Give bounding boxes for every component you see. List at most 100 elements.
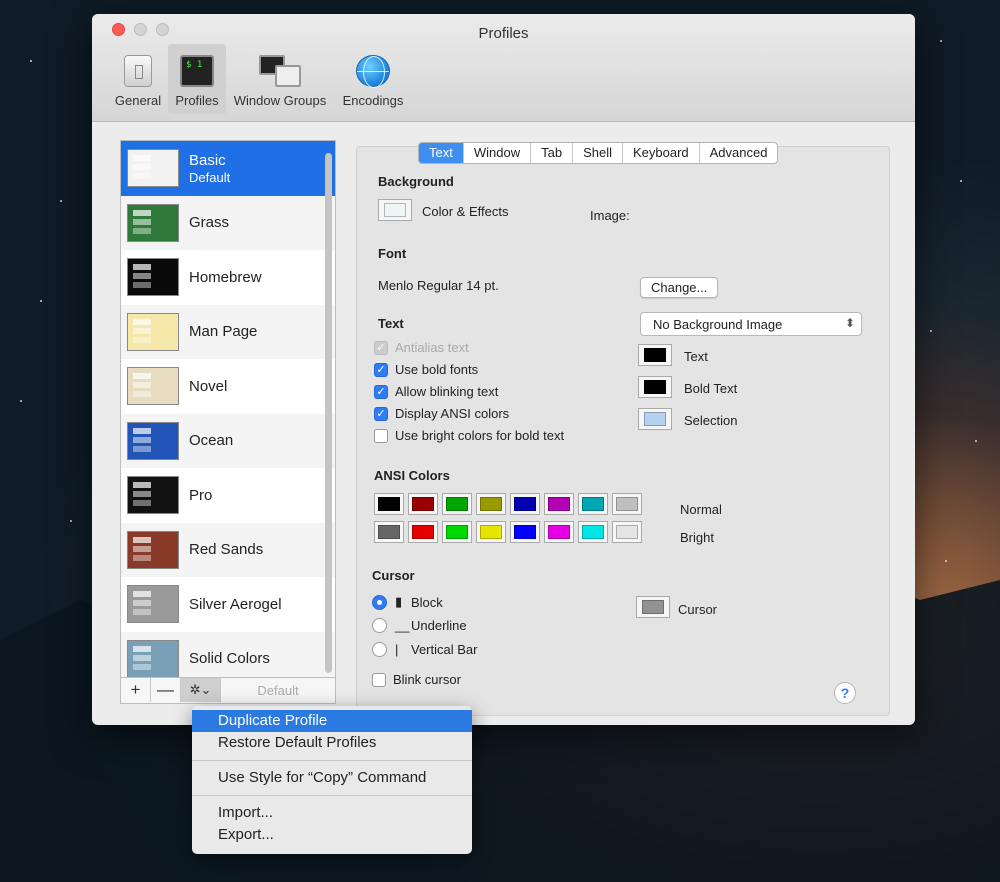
ansi-bright-color-well[interactable]	[578, 521, 608, 543]
profile-name: Homebrew	[189, 268, 262, 286]
ansi-heading: ANSI Colors	[374, 468, 450, 483]
change-font-button[interactable]: Change...	[640, 277, 719, 298]
profile-thumbnail	[127, 203, 179, 242]
tab-keyboard[interactable]: Keyboard	[623, 143, 700, 163]
ansi-normal-row	[374, 493, 642, 515]
checkbox-box	[372, 672, 386, 687]
cursor-style-radio[interactable]: ▮ Block	[372, 594, 443, 610]
profile-row[interactable]: Grass	[121, 195, 335, 250]
toolbar-profiles[interactable]: Profiles	[168, 44, 226, 114]
tab-text[interactable]: Text	[419, 143, 464, 163]
profile-thumbnail	[127, 421, 179, 460]
blink-cursor-checkbox[interactable]: Blink cursor	[372, 672, 461, 687]
profile-thumbnail	[127, 367, 179, 406]
profile-row[interactable]: Novel	[121, 359, 335, 414]
ansi-normal-color-well[interactable]	[510, 493, 540, 515]
text-option-checkbox[interactable]: ✓ Display ANSI colors	[374, 406, 509, 421]
ansi-bright-color-well[interactable]	[544, 521, 574, 543]
text-color-well[interactable]	[638, 408, 672, 430]
radio-dot	[372, 594, 387, 610]
profile-row[interactable]: Pro	[121, 468, 335, 523]
cursor-glyph: ▮	[395, 594, 403, 609]
profile-row[interactable]: Man Page	[121, 304, 335, 359]
menu-item-import[interactable]: Import...	[192, 802, 472, 824]
cursor-style-radio[interactable]: | Vertical Bar	[372, 642, 477, 657]
checkbox-box	[374, 428, 388, 443]
ansi-bright-color-well[interactable]	[374, 521, 404, 543]
profile-row[interactable]: Silver Aerogel	[121, 577, 335, 632]
cursor-glyph: __	[395, 618, 410, 633]
text-option-checkbox[interactable]: ✓ Use bold fonts	[374, 362, 478, 377]
set-default-button[interactable]: Default	[221, 678, 335, 702]
ansi-bright-row	[374, 521, 642, 543]
ansi-bright-color-well[interactable]	[612, 521, 642, 543]
profile-default-label: Default	[189, 170, 231, 186]
text-option-checkbox[interactable]: ✓ Allow blinking text	[374, 384, 498, 399]
ansi-bright-color-well[interactable]	[476, 521, 506, 543]
radio-dot	[372, 642, 387, 657]
background-color-well[interactable]	[378, 199, 412, 221]
profile-row[interactable]: Basic Default	[121, 141, 335, 196]
cursor-glyph: |	[395, 642, 399, 657]
profile-row[interactable]: Red Sands	[121, 522, 335, 577]
profile-row[interactable]: Solid Colors	[121, 631, 335, 677]
help-button[interactable]: ?	[834, 682, 856, 704]
ansi-normal-color-well[interactable]	[578, 493, 608, 515]
cursor-color-well[interactable]	[636, 596, 670, 618]
profile-row[interactable]: Homebrew	[121, 250, 335, 305]
preferences-window: Profiles General Profiles Window Groups …	[92, 14, 915, 725]
toolbar-general[interactable]: General	[110, 44, 166, 114]
profile-name: Ocean	[189, 432, 234, 450]
checkbox-box: ✓	[374, 406, 388, 421]
cursor-style-radio[interactable]: __ Underline	[372, 618, 467, 633]
cursor-style-label: Vertical Bar	[411, 642, 478, 657]
add-profile-button[interactable]: +	[121, 678, 151, 702]
profile-name: Red Sands	[189, 541, 264, 559]
menu-item-use-style-for-copy[interactable]: Use Style for “Copy” Command	[192, 767, 472, 789]
remove-profile-button[interactable]: —	[151, 678, 181, 702]
ansi-bright-color-well[interactable]	[510, 521, 540, 543]
tab-window[interactable]: Window	[464, 143, 532, 163]
menu-separator	[192, 795, 472, 796]
cursor-heading: Cursor	[372, 568, 415, 583]
ansi-bright-color-well[interactable]	[442, 521, 472, 543]
gear-menu-button[interactable]: ✲⌄	[181, 678, 221, 702]
terminal-profile-icon	[180, 55, 214, 87]
profile-text: Ocean	[189, 431, 233, 450]
profile-name: Silver Aerogel	[189, 595, 282, 613]
scrollbar[interactable]	[325, 153, 332, 673]
profiles-list-toolbar: + — ✲⌄ Default	[120, 678, 336, 704]
ansi-normal-color-well[interactable]	[442, 493, 472, 515]
toolbar-encodings[interactable]: Encodings	[338, 44, 408, 114]
toolbar-window-groups[interactable]: Window Groups	[228, 44, 332, 114]
profile-thumbnail	[127, 530, 179, 569]
menu-item-duplicate-profile[interactable]: Duplicate Profile	[192, 710, 472, 732]
ansi-bright-label: Bright	[680, 530, 714, 545]
text-color-well[interactable]	[638, 376, 672, 398]
ansi-bright-color-well[interactable]	[408, 521, 438, 543]
text-option-checkbox[interactable]: Use bright colors for bold text	[374, 428, 564, 443]
profile-text: Man Page	[189, 322, 257, 341]
background-heading: Background	[378, 174, 454, 189]
toolbar-label: General	[114, 93, 162, 108]
general-switch-icon	[124, 55, 152, 87]
ansi-normal-color-well[interactable]	[374, 493, 404, 515]
tab-advanced[interactable]: Advanced	[700, 143, 778, 163]
menu-item-export[interactable]: Export...	[192, 824, 472, 846]
tab-shell[interactable]: Shell	[573, 143, 623, 163]
background-image-select[interactable]: No Background Image	[640, 312, 862, 336]
ansi-normal-color-well[interactable]	[544, 493, 574, 515]
tab-tab[interactable]: Tab	[531, 143, 574, 163]
ansi-normal-color-well[interactable]	[612, 493, 642, 515]
profile-row[interactable]: Ocean	[121, 413, 335, 468]
ansi-normal-color-well[interactable]	[476, 493, 506, 515]
ansi-normal-color-well[interactable]	[408, 493, 438, 515]
toolbar-label: Window Groups	[233, 93, 327, 108]
text-color-label: Text	[684, 349, 708, 364]
menu-item-restore-default-profiles[interactable]: Restore Default Profiles	[192, 732, 472, 754]
profile-name: Man Page	[189, 323, 258, 341]
text-heading: Text	[378, 316, 404, 331]
text-color-well[interactable]	[638, 344, 672, 366]
profile-text: Silver Aerogel	[189, 595, 282, 614]
profile-name: Basic	[189, 152, 226, 170]
